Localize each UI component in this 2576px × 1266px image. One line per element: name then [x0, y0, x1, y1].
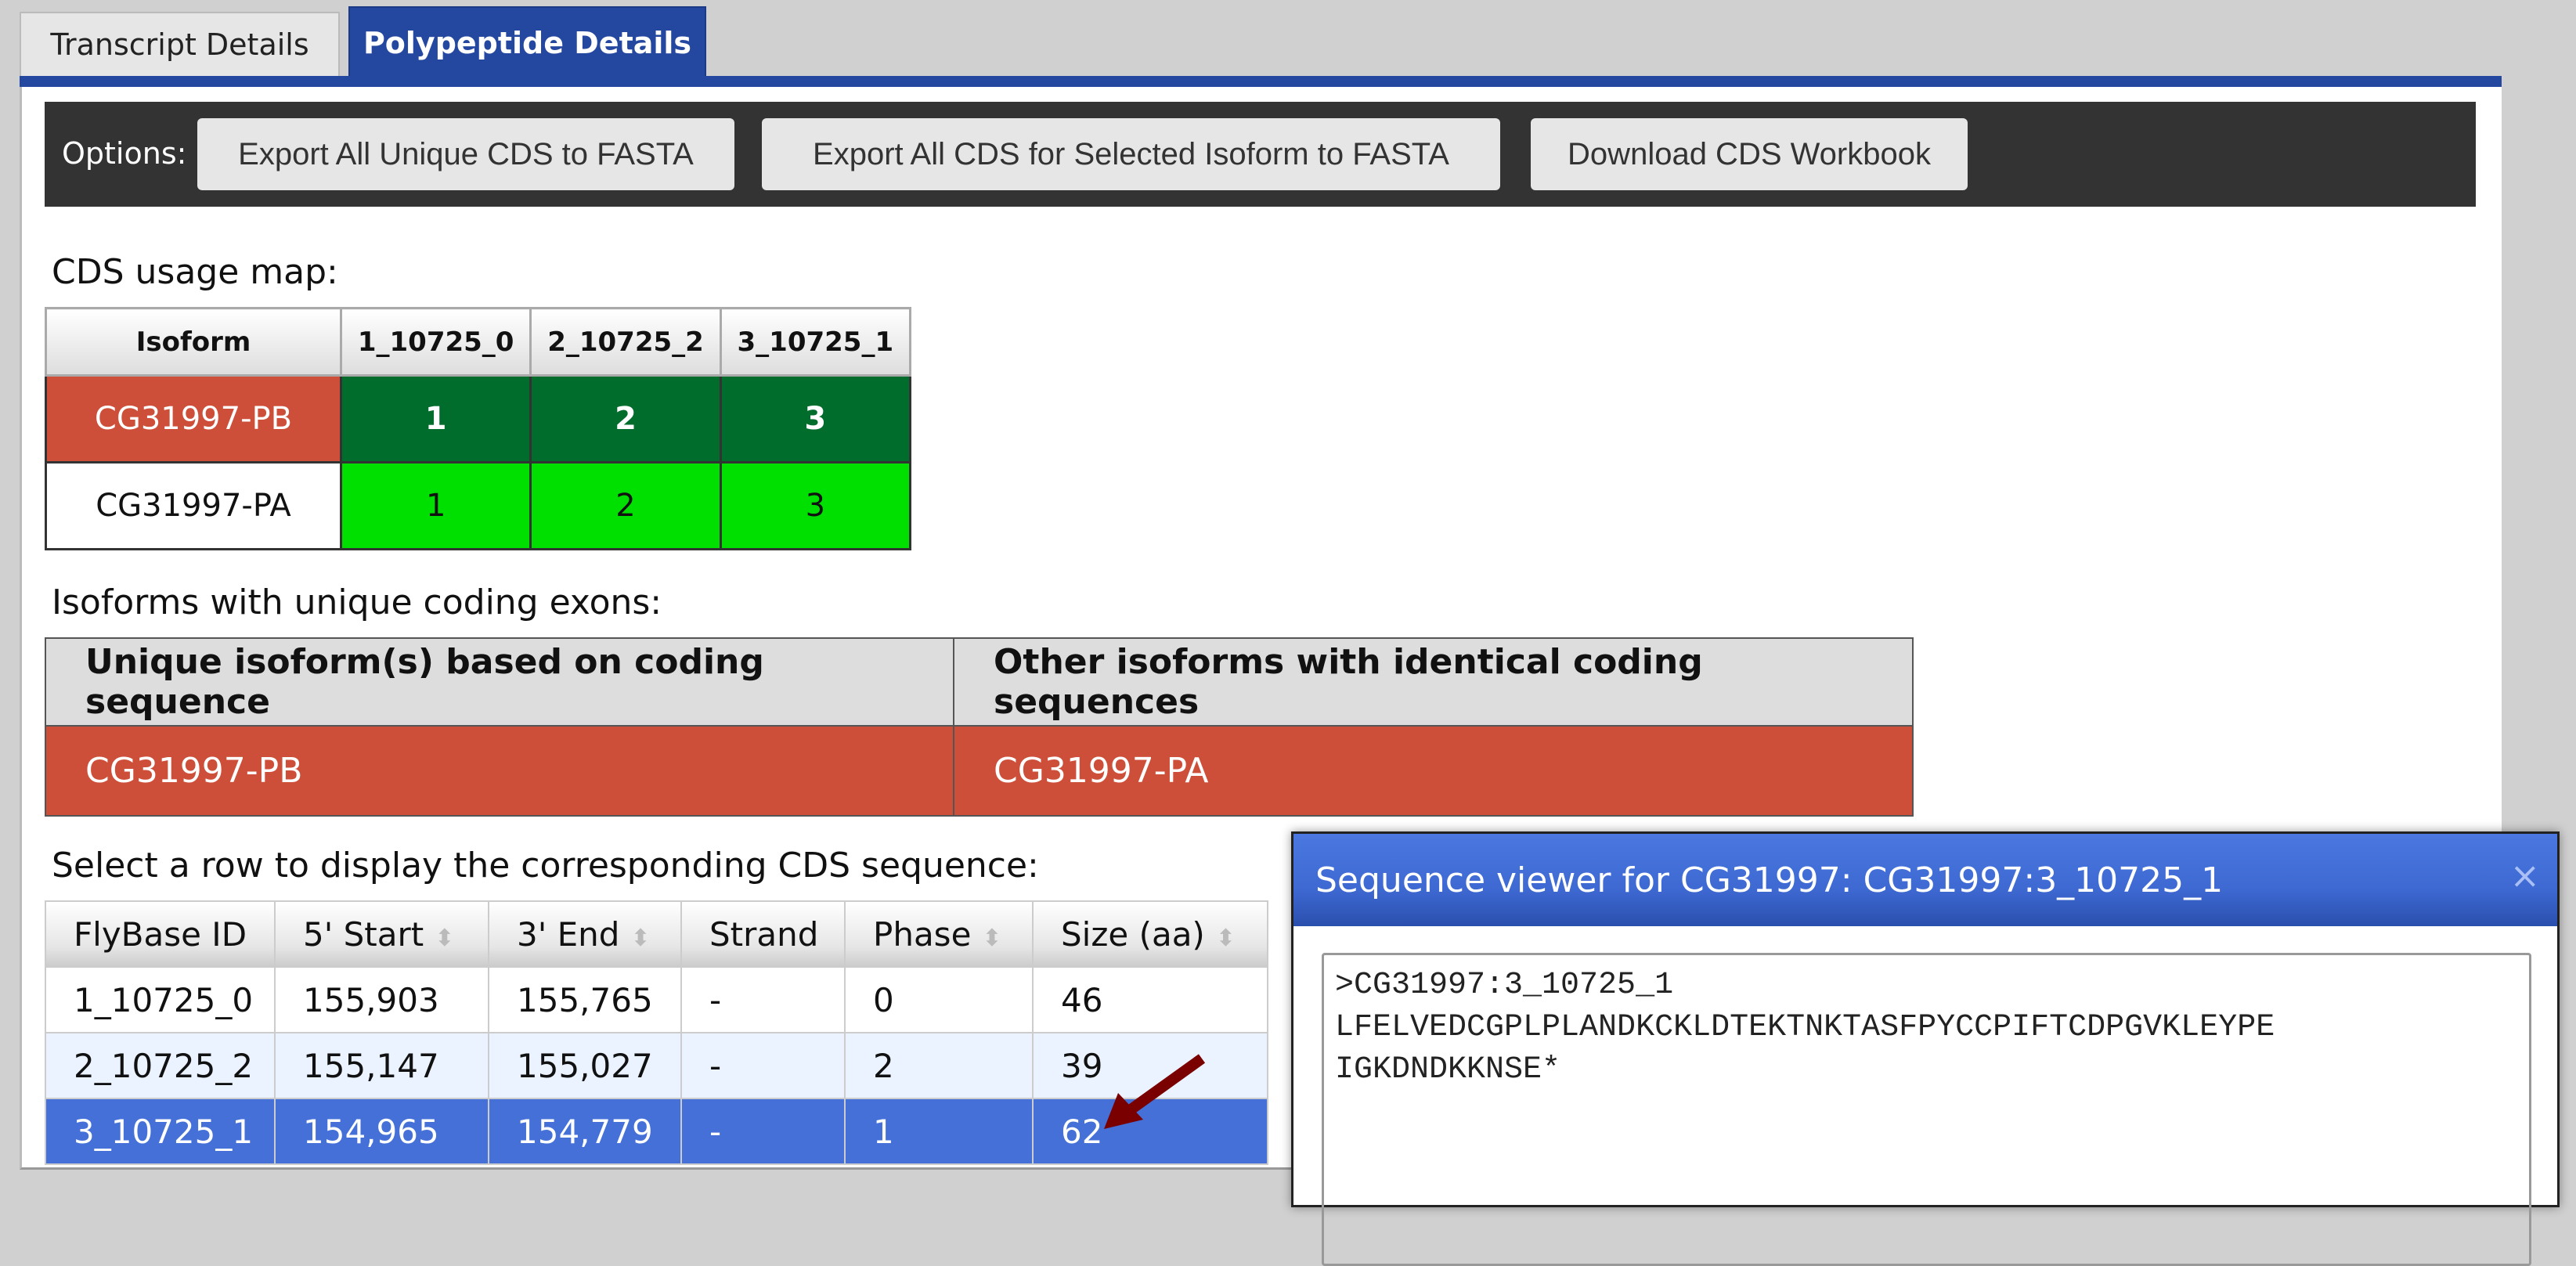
sort-icon[interactable]: ⬍: [435, 925, 454, 952]
col-header-strand[interactable]: Strand: [680, 900, 846, 968]
cds-table-heading: Select a row to display the correspondin…: [52, 846, 1039, 885]
unique-isoform-cell: CG31997-PB: [45, 725, 954, 817]
cell: 1_10725_0: [45, 966, 276, 1033]
identical-isoform-cell: CG31997-PA: [953, 725, 1914, 817]
cell: 154,965: [274, 1098, 489, 1165]
col-header-size[interactable]: Size (aa) ⬍: [1032, 900, 1268, 968]
sequence-viewer-dialog: Sequence viewer for CG31997: CG31997:3_1…: [1291, 831, 2560, 1266]
header-label: Size (aa): [1061, 914, 1205, 954]
cds-usage-table: Isoform 1_10725_0 2_10725_2 3_10725_1 CG…: [45, 307, 912, 550]
cell: -: [680, 1098, 846, 1165]
header-label: Phase: [873, 914, 972, 954]
col-header-3-end[interactable]: 3' End ⬍: [488, 900, 682, 968]
cell: -: [680, 966, 846, 1033]
table-row[interactable]: CG31997-PB 1 2 3: [45, 374, 912, 463]
cell: 154,779: [488, 1098, 682, 1165]
col-header: 1_10725_0: [339, 307, 532, 377]
cds-usage-map-heading: CDS usage map:: [52, 252, 338, 292]
cds-cell: 2: [529, 374, 722, 463]
cds-cell: 3: [719, 461, 912, 550]
cell: 3_10725_1: [45, 1098, 276, 1165]
cell: 2: [844, 1032, 1034, 1099]
col-header: 3_10725_1: [719, 307, 912, 377]
col-header-flybase-id[interactable]: FlyBase ID: [45, 900, 276, 968]
cell: 155,027: [488, 1032, 682, 1099]
options-label: Options:: [62, 136, 187, 171]
col-header: Isoform: [45, 307, 342, 377]
sequence-textarea[interactable]: >CG31997:3_10725_1 LFELVEDCGPLPLANDKCKLD…: [1322, 953, 2531, 1266]
download-cds-workbook-button[interactable]: Download CDS Workbook: [1531, 118, 1968, 190]
cell: -: [680, 1032, 846, 1099]
cds-cell: 2: [529, 461, 722, 550]
cell: 2_10725_2: [45, 1032, 276, 1099]
close-icon[interactable]: ×: [2509, 854, 2540, 896]
dialog-titlebar[interactable]: Sequence viewer for CG31997: CG31997:3_1…: [1293, 834, 2557, 926]
tab-polypeptide-details[interactable]: Polypeptide Details: [348, 6, 706, 78]
cds-cell: 3: [719, 374, 912, 463]
cell: 155,147: [274, 1032, 489, 1099]
cell: 0: [844, 966, 1034, 1033]
cds-cell: 1: [339, 461, 532, 550]
col-header: Unique isoform(s) based on coding sequen…: [45, 637, 954, 727]
col-header-5-start[interactable]: 5' Start ⬍: [274, 900, 489, 968]
table-row[interactable]: CG31997-PA 1 2 3: [45, 461, 912, 550]
table-row[interactable]: 1_10725_0 155,903 155,765-0 46: [45, 966, 1268, 1033]
col-header: Other isoforms with identical coding seq…: [953, 637, 1914, 727]
header-label: FlyBase ID: [74, 914, 247, 954]
export-unique-cds-fasta-button[interactable]: Export All Unique CDS to FASTA: [197, 118, 734, 190]
sort-icon[interactable]: ⬍: [630, 925, 650, 952]
dialog-title: Sequence viewer for CG31997: CG31997:3_1…: [1315, 860, 2224, 900]
sort-icon[interactable]: ⬍: [982, 925, 1001, 952]
tab-bar-underline: [20, 76, 2502, 87]
unique-isoforms-table: Unique isoform(s) based on coding sequen…: [45, 637, 1914, 817]
header-label: Strand: [709, 914, 819, 954]
cds-cell: 1: [339, 374, 532, 463]
cell: 155,765: [488, 966, 682, 1033]
export-isoform-cds-fasta-button[interactable]: Export All CDS for Selected Isoform to F…: [762, 118, 1500, 190]
cell: 46: [1032, 966, 1268, 1033]
isoform-cell[interactable]: CG31997-PA: [45, 461, 342, 550]
header-label: 5' Start: [303, 914, 424, 954]
cell: 155,903: [274, 966, 489, 1033]
isoform-cell[interactable]: CG31997-PB: [45, 374, 342, 463]
tab-transcript-details[interactable]: Transcript Details: [20, 12, 340, 76]
annotation-arrow-icon: [1104, 1054, 1206, 1129]
col-header-phase[interactable]: Phase ⬍: [844, 900, 1034, 968]
unique-isoforms-heading: Isoforms with unique coding exons:: [52, 583, 662, 622]
table-row: CG31997-PB CG31997-PA: [45, 725, 1914, 817]
col-header: 2_10725_2: [529, 307, 722, 377]
header-label: 3' End: [517, 914, 620, 954]
options-toolbar: Options: Export All Unique CDS to FASTA …: [45, 102, 2476, 207]
sort-icon[interactable]: ⬍: [1216, 925, 1236, 952]
cell: 1: [844, 1098, 1034, 1165]
